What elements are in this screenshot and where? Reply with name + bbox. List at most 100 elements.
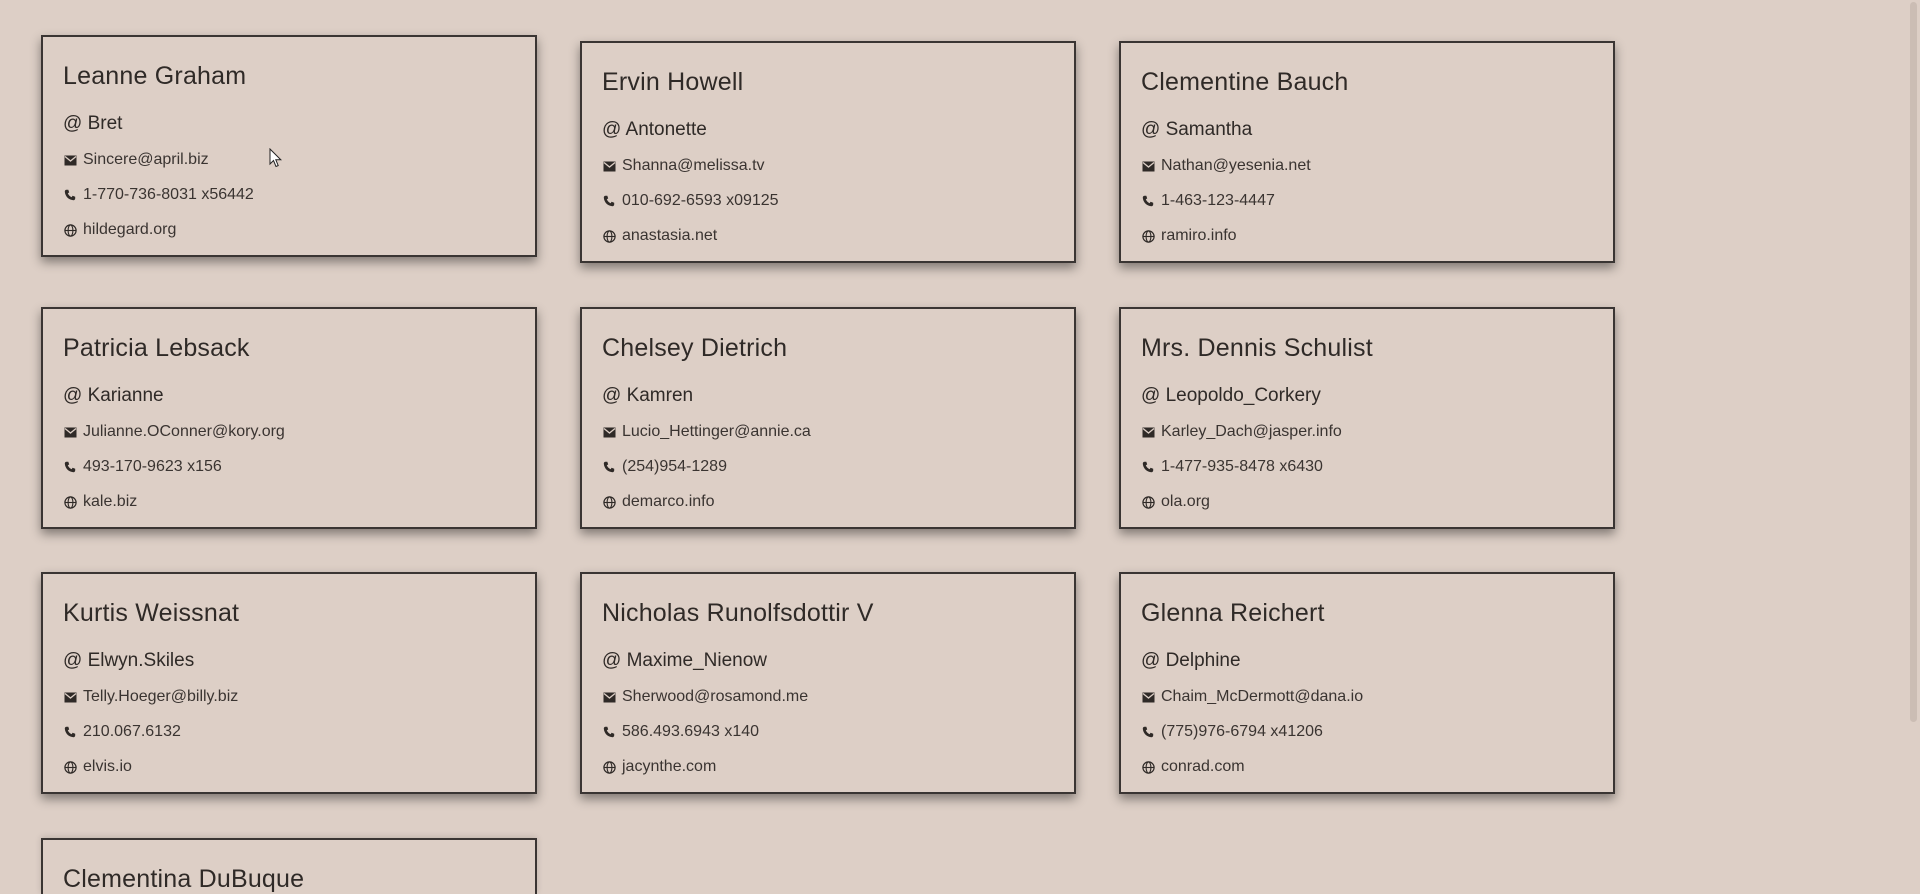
scrollbar-thumb[interactable] (1910, 2, 1917, 722)
phone-icon (602, 194, 616, 208)
user-website[interactable]: elvis.io (83, 757, 132, 777)
phone-row: 010-692-6593 x09125 (602, 191, 1074, 211)
website-row: jacynthe.com (602, 757, 1074, 777)
phone-icon (1141, 460, 1155, 474)
user-website[interactable]: hildegard.org (83, 220, 176, 240)
globe-icon (63, 223, 77, 237)
user-card: Ervin Howell @ Antonette Shanna@melissa.… (580, 41, 1076, 263)
website-row: anastasia.net (602, 226, 1074, 246)
user-username: @ Leopoldo_Corkery (1141, 385, 1321, 406)
user-name: Clementina DuBuque (63, 865, 305, 893)
user-website[interactable]: anastasia.net (622, 226, 717, 246)
user-name: Clementine Bauch (1141, 68, 1349, 96)
envelope-icon (63, 153, 77, 167)
globe-icon (1141, 495, 1155, 509)
user-name: Nicholas Runolfsdottir V (602, 599, 874, 627)
user-card: Glenna Reichert @ Delphine Chaim_McDermo… (1119, 572, 1615, 794)
user-email: Shanna@melissa.tv (622, 157, 765, 174)
user-username: @ Kamren (602, 385, 694, 406)
user-phone: 1-463-123-4447 (1161, 192, 1275, 209)
website-row: conrad.com (1141, 757, 1613, 777)
email-row: Sincere@april.biz (63, 150, 535, 170)
envelope-icon (602, 425, 616, 439)
mouse-cursor-icon (269, 147, 283, 168)
user-phone: 010-692-6593 x09125 (622, 192, 779, 209)
user-phone: (254)954-1289 (622, 458, 727, 475)
user-card: Patricia Lebsack @ Karianne Julianne.OCo… (41, 307, 537, 529)
globe-icon (1141, 760, 1155, 774)
envelope-icon (602, 690, 616, 704)
phone-row: (775)976-6794 x41206 (1141, 722, 1613, 742)
vertical-scrollbar[interactable] (1902, 0, 1920, 894)
envelope-icon (602, 159, 616, 173)
user-username: @ Samantha (1141, 119, 1253, 140)
user-email: Nathan@yesenia.net (1161, 157, 1311, 174)
user-name: Patricia Lebsack (63, 334, 250, 362)
user-email: Lucio_Hettinger@annie.ca (622, 423, 811, 440)
user-card: Mrs. Dennis Schulist @ Leopoldo_Corkery … (1119, 307, 1615, 529)
user-website[interactable]: conrad.com (1161, 757, 1245, 777)
user-website[interactable]: ola.org (1161, 492, 1210, 512)
user-phone: 586.493.6943 x140 (622, 723, 760, 740)
envelope-icon (1141, 159, 1155, 173)
phone-icon (63, 460, 77, 474)
phone-icon (63, 725, 77, 739)
website-row: ramiro.info (1141, 226, 1613, 246)
phone-row: (254)954-1289 (602, 457, 1074, 477)
user-phone: (775)976-6794 x41206 (1161, 723, 1323, 740)
user-email: Telly.Hoeger@billy.biz (83, 688, 239, 705)
user-phone: 1-477-935-8478 x6430 (1161, 458, 1323, 475)
email-row: Chaim_McDermott@dana.io (1141, 687, 1613, 707)
user-username: @ Antonette (602, 119, 707, 140)
globe-icon (602, 495, 616, 509)
user-card: Nicholas Runolfsdottir V @ Maxime_Nienow… (580, 572, 1076, 794)
user-name: Kurtis Weissnat (63, 599, 240, 627)
user-email: Karley_Dach@jasper.info (1161, 423, 1342, 440)
email-row: Sherwood@rosamond.me (602, 687, 1074, 707)
user-email: Sincere@april.biz (83, 151, 209, 168)
user-username: @ Karianne (63, 385, 164, 406)
phone-icon (63, 188, 77, 202)
user-phone: 493-170-9623 x156 (83, 458, 222, 475)
envelope-icon (1141, 690, 1155, 704)
email-row: Lucio_Hettinger@annie.ca (602, 422, 1074, 442)
user-card: Clementina DuBuque (41, 838, 537, 894)
phone-row: 586.493.6943 x140 (602, 722, 1074, 742)
envelope-icon (63, 425, 77, 439)
user-username: @ Elwyn.Skiles (63, 650, 195, 671)
website-row: kale.biz (63, 492, 535, 512)
user-email: Sherwood@rosamond.me (622, 688, 809, 705)
user-name: Chelsey Dietrich (602, 334, 788, 362)
website-row: demarco.info (602, 492, 1074, 512)
user-card: Leanne Graham @ Bret Sincere@april.biz 1… (41, 35, 537, 257)
user-name: Mrs. Dennis Schulist (1141, 334, 1373, 362)
phone-row: 493-170-9623 x156 (63, 457, 535, 477)
phone-row: 210.067.6132 (63, 722, 535, 742)
phone-icon (602, 725, 616, 739)
email-row: Karley_Dach@jasper.info (1141, 422, 1613, 442)
user-name: Leanne Graham (63, 62, 247, 90)
user-phone: 210.067.6132 (83, 723, 181, 740)
website-row: hildegard.org (63, 220, 535, 240)
email-row: Shanna@melissa.tv (602, 156, 1074, 176)
globe-icon (602, 229, 616, 243)
user-phone: 1-770-736-8031 x56442 (83, 186, 254, 203)
user-card: Clementine Bauch @ Samantha Nathan@yesen… (1119, 41, 1615, 263)
envelope-icon (1141, 425, 1155, 439)
user-website[interactable]: demarco.info (622, 492, 715, 512)
globe-icon (1141, 229, 1155, 243)
user-name: Ervin Howell (602, 68, 744, 96)
phone-icon (1141, 194, 1155, 208)
user-username: @ Maxime_Nienow (602, 650, 768, 671)
user-username: @ Bret (63, 113, 123, 134)
user-website[interactable]: jacynthe.com (622, 757, 716, 777)
envelope-icon (63, 690, 77, 704)
website-row: ola.org (1141, 492, 1613, 512)
phone-icon (1141, 725, 1155, 739)
user-website[interactable]: ramiro.info (1161, 226, 1237, 246)
email-row: Telly.Hoeger@billy.biz (63, 687, 535, 707)
globe-icon (63, 495, 77, 509)
globe-icon (63, 760, 77, 774)
user-website[interactable]: kale.biz (83, 492, 137, 512)
user-email: Julianne.OConner@kory.org (83, 423, 285, 440)
